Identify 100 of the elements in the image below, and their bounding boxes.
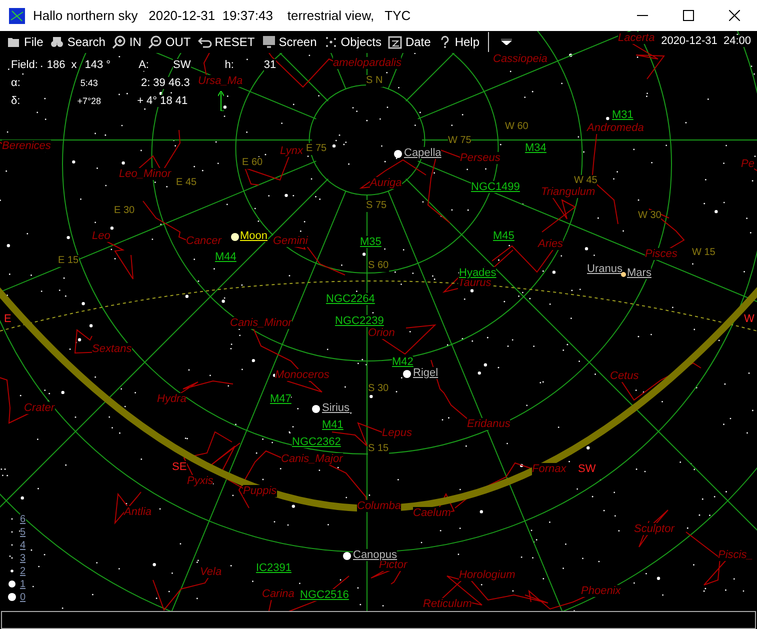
constellation-label: Triangulum	[541, 186, 596, 198]
constellation-label: Aries	[538, 238, 564, 250]
altitude-value: 31	[264, 59, 276, 71]
constellation-label: Puppis	[243, 485, 277, 497]
altitude-label: h:	[224, 59, 234, 71]
deep-sky-object-label: M35	[360, 236, 382, 248]
magnitude-label: 6	[20, 514, 26, 524]
compass-direction-label: SW	[578, 463, 596, 475]
dec-small-value: +7°28	[77, 96, 102, 106]
constellation-label: Eridanus	[467, 418, 510, 430]
constellation-label: Orion	[368, 327, 395, 339]
zoom-in-icon	[112, 35, 126, 49]
constellation-label: Andromeda	[587, 122, 644, 134]
constellation-label: Canis_Minor	[230, 317, 292, 329]
constellation-label: Canis_Major	[281, 453, 343, 465]
constellation-label: Lepus	[382, 427, 412, 439]
compass-direction-label: E	[4, 313, 12, 325]
compass-direction-label: W	[744, 313, 754, 325]
minimize-icon	[636, 15, 648, 16]
grid-coordinate-label: S 60	[368, 260, 389, 272]
moon-icon	[231, 233, 239, 241]
constellation-label: Cancer	[186, 235, 222, 247]
undo-icon	[198, 35, 212, 49]
deep-sky-object-label: M47	[270, 393, 292, 405]
constellation-label: Cassiopeia	[493, 53, 548, 65]
constellation-label: Reticulum	[423, 598, 472, 610]
constellation-label: Crater	[24, 402, 55, 414]
star-dot-icon	[403, 370, 411, 378]
constellation-label: Leo	[92, 230, 110, 242]
star-label: Rigel	[413, 367, 438, 379]
deep-sky-object-label: M45	[493, 230, 514, 242]
deep-sky-object-label: NGC2362	[292, 436, 341, 448]
field-width-value: 186	[46, 59, 66, 71]
constellation-label: Monoceros	[275, 369, 330, 381]
zoom-out-icon	[148, 35, 162, 49]
grid-coordinate-label: E 75	[306, 143, 327, 155]
constellation-label: Phoenix	[581, 585, 621, 597]
constellation-label: Antlia	[124, 506, 152, 518]
constellation-label: Horologium	[459, 569, 516, 581]
azimuth-label: A:	[138, 59, 149, 71]
field-height-value: 143 °	[84, 59, 111, 71]
date-time-display: 2020-12-31 24:00	[661, 35, 751, 47]
ra-value: 2: 39 46.3	[140, 77, 190, 89]
constellation-label: Perseus	[460, 152, 500, 164]
field-label: Field:	[11, 59, 38, 71]
magnitude-label: 1	[20, 578, 26, 590]
deep-sky-object-label: Hyades	[459, 267, 496, 279]
deep-sky-object-label: M44	[215, 251, 236, 263]
ra-label: α:	[11, 77, 20, 89]
constellation-label: Berenices	[2, 140, 51, 152]
star-label: Canopus	[353, 549, 398, 561]
app-icon	[9, 8, 25, 24]
grid-coordinate-label: S 75	[366, 200, 387, 212]
deep-sky-object-label: IC2391	[256, 562, 292, 574]
constellation-label: amelopardalis	[333, 57, 402, 69]
constellation-label: Sextans	[92, 343, 132, 355]
constellation-label: Vela	[200, 566, 222, 578]
constellation-label: Piscis_	[718, 549, 753, 561]
deep-sky-object-label: M41	[322, 419, 344, 431]
magnitude-label: 4	[20, 540, 26, 550]
planet-dot-icon	[621, 272, 626, 277]
constellation-label: Sculptor	[634, 523, 674, 535]
grid-coordinate-label: E 15	[58, 255, 79, 267]
sparkles-icon	[324, 35, 338, 49]
deep-sky-object-label: NGC1499	[471, 181, 520, 193]
deep-sky-object-label: M34	[525, 142, 546, 154]
deep-sky-object-label: M31	[612, 109, 634, 121]
calendar-icon	[388, 35, 402, 49]
close-icon	[728, 10, 740, 21]
star-dot-icon	[394, 150, 402, 158]
constellation-label: Carina	[262, 588, 294, 600]
constellation-label: Cetus	[610, 370, 639, 382]
star-label: Capella	[404, 147, 442, 159]
star-label: Sirius	[322, 402, 350, 414]
constellation-label: Pisces	[645, 248, 678, 260]
constellation-label: Pe	[741, 158, 754, 170]
grid-coordinate-label: W 30	[638, 210, 662, 222]
magnitude-label: 2	[20, 566, 26, 576]
deep-sky-object-label: M42	[392, 356, 414, 368]
folder-icon	[7, 35, 21, 49]
arrow-up-icon	[218, 91, 224, 111]
dec-value: + 4° 18 41	[137, 95, 188, 107]
field-separator: x	[71, 59, 77, 71]
grid-coordinate-label: S 30	[368, 383, 389, 395]
constellation-label: Pyxis	[187, 475, 214, 487]
star-dot-icon	[343, 552, 351, 560]
constellation-label: Leo_Minor	[119, 168, 171, 180]
constellation-label: Lynx	[280, 145, 304, 157]
moon-label: Moon	[240, 230, 268, 242]
constellation-label: Columba	[357, 500, 402, 512]
monitor-icon	[262, 35, 276, 49]
grid-coordinate-label: E 60	[242, 157, 263, 169]
compass-direction-label: SE	[172, 461, 187, 473]
maximize-icon	[682, 10, 694, 21]
grid-coordinate-label: S N	[366, 75, 383, 87]
constellation-label: Lacerta	[618, 32, 655, 44]
constellation-label: Auriga	[370, 177, 402, 189]
constellation-label: Ursa_Ma	[198, 75, 243, 87]
constellation-label: Hydra	[157, 393, 186, 405]
grid-coordinate-label: S 15	[368, 443, 389, 455]
